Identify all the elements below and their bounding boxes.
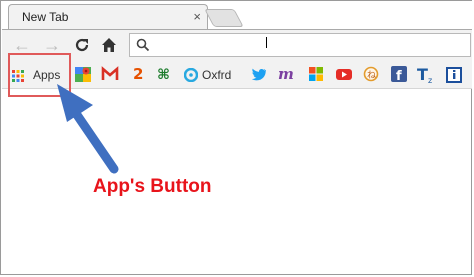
annotation-caption: App's Button	[93, 176, 212, 197]
browser-window: New Tab × ← → Apps 2 ⌘ Oxfrd m ね f T z A…	[0, 0, 473, 275]
pointer-arrow	[57, 84, 119, 174]
